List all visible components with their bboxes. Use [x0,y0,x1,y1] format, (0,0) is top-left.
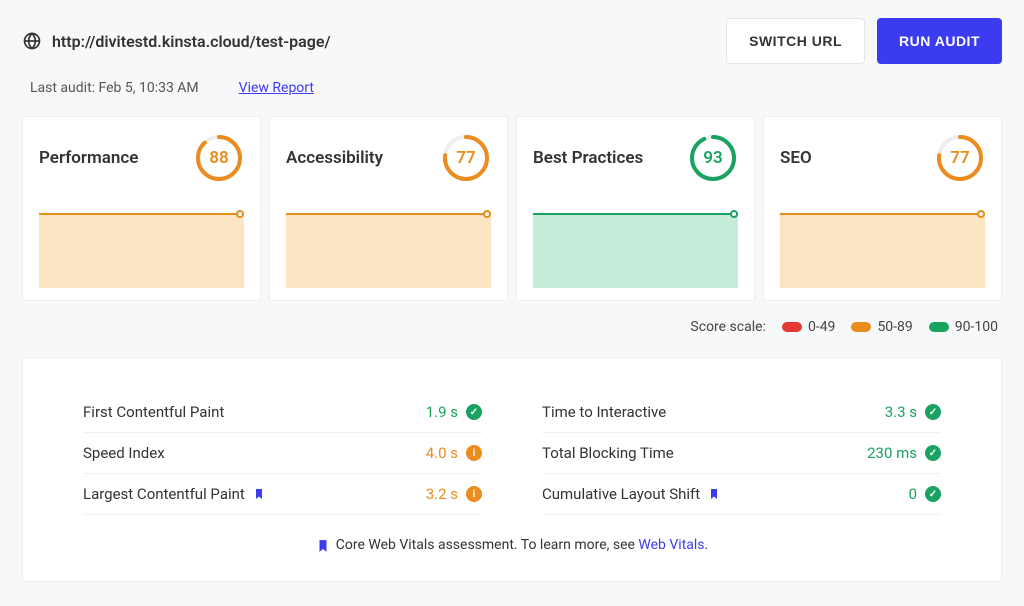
run-audit-button[interactable]: RUN AUDIT [877,18,1002,64]
trend-area [780,213,985,288]
trend-area [39,213,244,288]
score-card-best-practices[interactable]: Best Practices 93 [516,116,755,301]
metric-label: Cumulative Layout Shift [542,485,720,503]
metric-row[interactable]: Speed Index 4.0 s i [83,433,482,474]
metrics-column-right: Time to Interactive 3.3 s ✓ Total Blocki… [542,392,941,515]
status-icon: ✓ [466,404,482,420]
metric-label: Speed Index [83,444,165,462]
footer-suffix: . [705,537,709,553]
metrics-panel: First Contentful Paint 1.9 s ✓ Speed Ind… [22,357,1002,582]
switch-url-button[interactable]: SWITCH URL [726,18,865,64]
metric-row[interactable]: Time to Interactive 3.3 s ✓ [542,392,941,433]
score-gauge: 93 [688,133,738,183]
metric-row[interactable]: Total Blocking Time 230 ms ✓ [542,433,941,474]
scale-label: Score scale: [690,319,766,335]
score-gauge: 77 [935,133,985,183]
bookmark-icon [316,537,328,553]
metrics-column-left: First Contentful Paint 1.9 s ✓ Speed Ind… [83,392,482,515]
footer-text: Core Web Vitals assessment. To learn mor… [336,537,639,553]
status-icon: i [466,486,482,502]
score-scale-legend: Score scale: 0-49 50-89 90-100 [0,301,1024,357]
metric-row[interactable]: Cumulative Layout Shift 0 ✓ [542,474,941,515]
metric-value: 3.3 s ✓ [885,403,941,421]
last-audit-text: Last audit: Feb 5, 10:33 AM [30,80,199,96]
metric-label: Largest Contentful Paint [83,485,265,503]
page-url: http://divitestd.kinsta.cloud/test-page/ [52,32,331,51]
web-vitals-link[interactable]: Web Vitals [638,537,704,553]
bookmark-icon [708,486,720,502]
metric-row[interactable]: Largest Contentful Paint 3.2 s i [83,474,482,515]
card-title: Performance [39,148,138,168]
scale-orange: 50-89 [851,319,912,335]
scale-red: 0-49 [782,319,835,335]
card-title: Best Practices [533,148,643,168]
metric-value: 3.2 s i [426,485,482,503]
bookmark-icon [253,486,265,502]
score-card-seo[interactable]: SEO 77 [763,116,1002,301]
header: http://divitestd.kinsta.cloud/test-page/… [0,0,1024,64]
score-card-performance[interactable]: Performance 88 [22,116,261,301]
metrics-grid: First Contentful Paint 1.9 s ✓ Speed Ind… [83,392,941,515]
score-cards: Performance 88 Accessibility 77 [0,116,1024,301]
metric-value: 230 ms ✓ [867,444,941,462]
metric-value: 1.9 s ✓ [426,403,482,421]
status-icon: ✓ [925,404,941,420]
score-gauge: 88 [194,133,244,183]
status-icon: i [466,445,482,461]
status-icon: ✓ [925,486,941,502]
card-title: SEO [780,148,812,168]
trend-area [286,213,491,288]
header-buttons: SWITCH URL RUN AUDIT [726,18,1002,64]
view-report-link[interactable]: View Report [239,80,314,96]
url-group: http://divitestd.kinsta.cloud/test-page/ [22,31,331,51]
metric-value: 0 ✓ [909,485,941,503]
metric-label: Time to Interactive [542,403,666,421]
globe-icon [22,31,42,51]
subheader: Last audit: Feb 5, 10:33 AM View Report [0,64,1024,116]
metric-value: 4.0 s i [426,444,482,462]
score-card-accessibility[interactable]: Accessibility 77 [269,116,508,301]
metric-label: Total Blocking Time [542,444,674,462]
metric-row[interactable]: First Contentful Paint 1.9 s ✓ [83,392,482,433]
core-web-vitals-note: Core Web Vitals assessment. To learn mor… [83,515,941,553]
metric-label: First Contentful Paint [83,403,224,421]
scale-green: 90-100 [929,319,998,335]
trend-area [533,213,738,288]
status-icon: ✓ [925,445,941,461]
card-title: Accessibility [286,148,383,168]
score-gauge: 77 [441,133,491,183]
